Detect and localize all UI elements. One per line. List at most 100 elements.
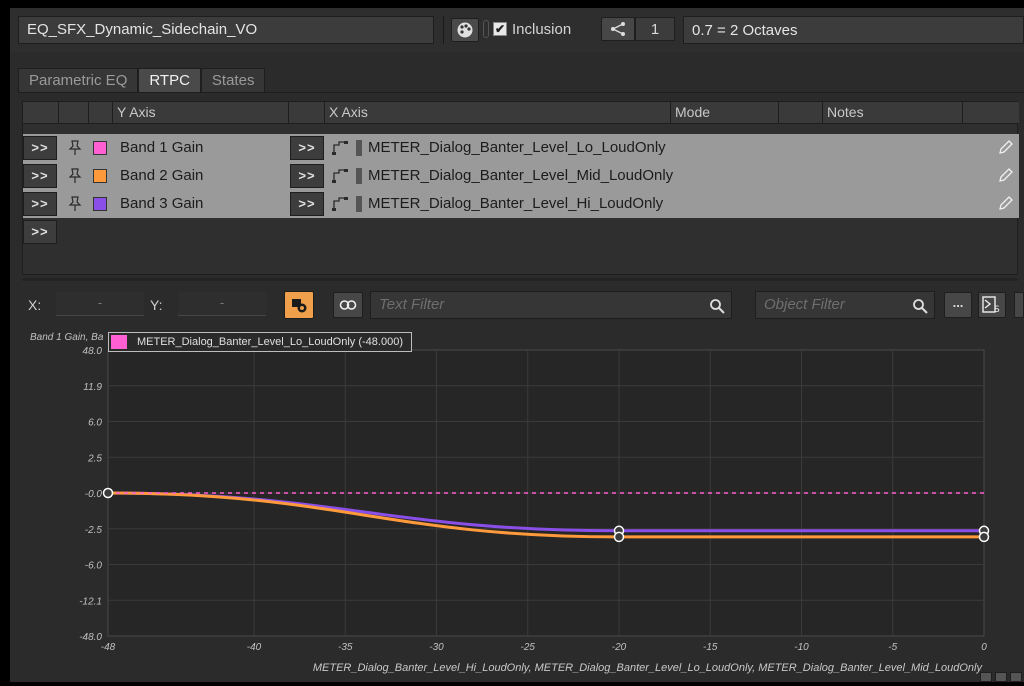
band-color-swatch[interactable]	[93, 141, 107, 155]
parameter-bar	[356, 168, 362, 184]
panel-splitter[interactable]	[22, 278, 1018, 281]
object-header: EQ_SFX_Dynamic_Sidechain_VO ✔ Inclusion …	[10, 8, 1024, 52]
x-tick-label: -48	[101, 642, 116, 653]
text-filter-placeholder: Text Filter	[379, 296, 445, 313]
text-filter-input[interactable]: Text Filter	[370, 291, 732, 319]
reference-count: 1	[635, 17, 675, 41]
lock-toggle[interactable]	[483, 20, 489, 38]
game-parameter-icon	[332, 197, 348, 211]
more-options-button[interactable]: ...	[944, 292, 972, 318]
header-mode[interactable]: Mode	[671, 102, 779, 124]
x-expand-button[interactable]: >>	[290, 164, 324, 188]
rtpc-editor-window: EQ_SFX_Dynamic_Sidechain_VO ✔ Inclusion …	[10, 8, 1024, 682]
tab-states[interactable]: States	[200, 68, 266, 92]
zoom-fit-button[interactable]	[980, 672, 992, 682]
x-axis-parameter[interactable]: METER_Dialog_Banter_Level_Mid_LoudOnly	[368, 167, 673, 184]
x-expand-button[interactable]: >>	[290, 136, 324, 160]
svg-text:S: S	[994, 305, 1000, 314]
octave-value-field[interactable]: 0.7 = 2 Octaves	[683, 16, 1024, 44]
game-parameter-icon	[332, 141, 348, 155]
tooltip-color-swatch	[111, 335, 127, 349]
x-tick-label: -25	[521, 642, 536, 653]
header-y-axis[interactable]: Y Axis	[113, 102, 289, 124]
rtpc-graph-panel[interactable]: 48.0 11.9 6.0 2.5 -0.0 -2.5 -6.0 -12.1 -48.0 -48 -…	[22, 326, 1024, 682]
tab-underline	[18, 92, 1024, 93]
color-palette-button[interactable]	[451, 18, 479, 42]
object-filter-input[interactable]: Object Filter	[755, 291, 935, 319]
x-tick-label: -20	[612, 642, 627, 653]
graph-corner-buttons	[980, 672, 1022, 682]
y-tick-label: -2.5	[85, 525, 103, 536]
pencil-icon[interactable]	[997, 196, 1013, 212]
header-x-expand-col	[289, 102, 325, 124]
pin-icon[interactable]	[67, 196, 83, 212]
x-axis-parameter[interactable]: METER_Dialog_Banter_Level_Hi_LoudOnly	[368, 195, 663, 212]
y-coord-input[interactable]: -	[178, 292, 266, 316]
y-tick-label: -6.0	[85, 561, 103, 572]
band-color-swatch[interactable]	[93, 169, 107, 183]
link-icon	[339, 300, 357, 310]
palette-icon	[457, 22, 473, 38]
header-pin-col	[59, 102, 89, 124]
header-color-col	[89, 102, 113, 124]
add-rtpc-button[interactable]: >>	[23, 220, 57, 244]
x-tick-label: -30	[429, 642, 444, 653]
y-expand-button[interactable]: >>	[23, 164, 57, 188]
x-tick-label: -35	[338, 642, 353, 653]
y-tick-label: -0.0	[85, 489, 103, 500]
header-notes[interactable]: Notes	[823, 102, 963, 124]
x-coord-label: X:	[28, 297, 42, 313]
pin-icon[interactable]	[67, 140, 83, 156]
x-tick-label: 0	[981, 642, 987, 653]
toolbar-overflow-button[interactable]	[1014, 292, 1024, 318]
search-icon	[710, 299, 725, 314]
table-header: Y Axis X Axis Mode Notes	[23, 102, 1019, 124]
table-row[interactable]: >> Band 1 Gain >> METER_Dialog_Banter_Le…	[23, 134, 1019, 162]
pencil-icon[interactable]	[997, 140, 1013, 156]
point-tooltip: METER_Dialog_Banter_Level_Lo_LoudOnly (-…	[108, 332, 412, 352]
inclusion-checkbox[interactable]: ✔	[493, 22, 507, 36]
editor-tabs: Parametric EQ RTPC States	[18, 68, 266, 92]
header-expand-col	[23, 102, 59, 124]
references-button[interactable]	[601, 17, 635, 41]
header-x-axis[interactable]: X Axis	[325, 102, 671, 124]
object-name-field[interactable]: EQ_SFX_Dynamic_Sidechain_VO	[18, 16, 434, 44]
table-row[interactable]: >> Band 2 Gain >> METER_Dialog_Banter_Le…	[23, 162, 1019, 190]
y-axis-parameter: Band 3 Gain	[120, 195, 204, 212]
y-tick-label: -48.0	[79, 632, 102, 643]
tab-parametric-eq[interactable]: Parametric EQ	[18, 68, 139, 92]
curve-point	[613, 531, 625, 543]
header-edit-col	[963, 102, 1019, 124]
y-tick-label: 6.0	[88, 418, 102, 429]
trace-button[interactable]: S	[978, 292, 1006, 318]
x-expand-button[interactable]: >>	[290, 192, 324, 216]
snap-toggle-button[interactable]	[284, 291, 314, 319]
y-axis-parameter: Band 2 Gain	[120, 167, 204, 184]
curve-point-start	[102, 487, 114, 499]
game-parameter-icon	[332, 169, 348, 183]
rtpc-table: Y Axis X Axis Mode Notes >> Band 1 Gain …	[22, 101, 1019, 275]
x-tick-label: -40	[247, 642, 262, 653]
trace-icon: S	[982, 296, 1000, 314]
rtpc-curve-graph[interactable]: 48.0 11.9 6.0 2.5 -0.0 -2.5 -6.0 -12.1 -48.0-48 -…	[22, 326, 1024, 682]
y-expand-button[interactable]: >>	[23, 192, 57, 216]
link-curves-button[interactable]	[333, 292, 363, 318]
pencil-icon[interactable]	[997, 168, 1013, 184]
y-expand-button[interactable]: >>	[23, 136, 57, 160]
x-axis-title: METER_Dialog_Banter_Level_Hi_LoudOnly, M…	[312, 662, 982, 674]
zoom-in-button[interactable]	[995, 672, 1007, 682]
zoom-out-button[interactable]	[1010, 672, 1022, 682]
x-coord-input[interactable]: -	[56, 292, 144, 316]
band-color-swatch[interactable]	[93, 197, 107, 211]
x-axis-parameter[interactable]: METER_Dialog_Banter_Level_Lo_LoudOnly	[368, 139, 666, 156]
header-blank	[779, 102, 823, 124]
y-tick-label: 2.5	[87, 453, 102, 464]
inclusion-label: Inclusion	[512, 21, 572, 38]
tab-rtpc[interactable]: RTPC	[138, 68, 201, 92]
table-row[interactable]: >> Band 3 Gain >> METER_Dialog_Banter_Le…	[23, 190, 1019, 218]
y-axis-parameter: Band 1 Gain	[120, 139, 204, 156]
y-tick-label: 48.0	[83, 346, 103, 357]
pin-icon[interactable]	[67, 168, 83, 184]
snap-icon	[292, 299, 307, 313]
curve-point	[978, 531, 990, 543]
